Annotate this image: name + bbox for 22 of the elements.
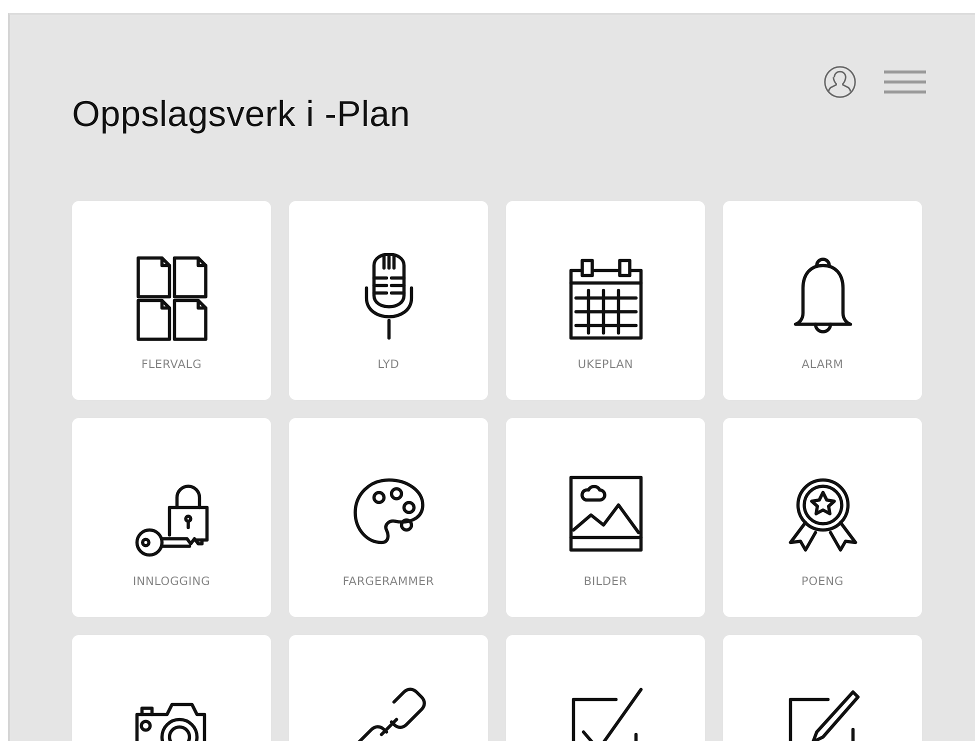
tile-card[interactable]: [506, 635, 705, 741]
tile-card[interactable]: UKEPLAN: [506, 201, 705, 400]
tile-card[interactable]: FLERVALG: [72, 201, 271, 400]
tile-card[interactable]: BILDER: [506, 418, 705, 617]
tile-card[interactable]: FARGERAMMER: [289, 418, 488, 617]
tile-card[interactable]: [72, 635, 271, 741]
tile-label: INNLOGGING: [132, 574, 210, 588]
tile-label: LYD: [378, 357, 400, 371]
tile-card[interactable]: POENG: [723, 418, 922, 617]
user-icon[interactable]: [823, 65, 857, 99]
tile-card[interactable]: [289, 635, 488, 741]
tile-label: FLERVALG: [141, 357, 202, 371]
tile-card[interactable]: ALARM: [723, 201, 922, 400]
page-title: Oppslagsverk i -Plan: [72, 93, 410, 135]
tile-card[interactable]: LYD: [289, 201, 488, 400]
tile-label: BILDER: [584, 574, 628, 588]
tile-label: UKEPLAN: [578, 357, 634, 371]
tile-card[interactable]: INNLOGGING: [72, 418, 271, 617]
tile-label: POENG: [801, 574, 844, 588]
tile-card[interactable]: [723, 635, 922, 741]
tile-label: ALARM: [802, 357, 844, 371]
tile-label: FARGERAMMER: [342, 574, 434, 588]
